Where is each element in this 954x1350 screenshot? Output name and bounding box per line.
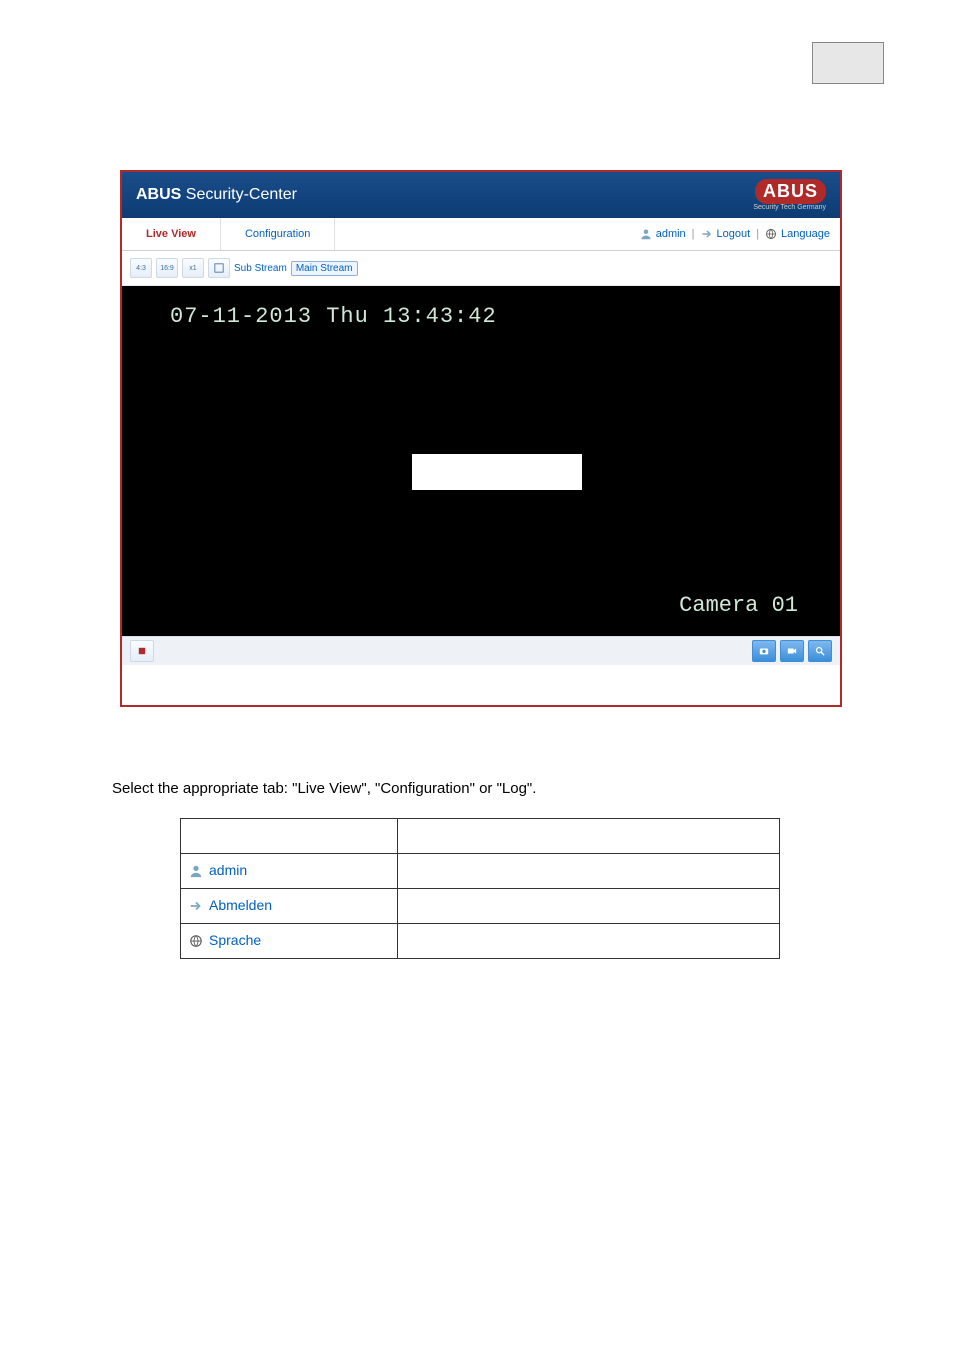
stream-toolbar: 4:3 16:9 x1 Sub Stream Main Stream: [122, 251, 840, 286]
legend-cell: Abmelden: [181, 889, 398, 924]
user-icon: [640, 228, 652, 240]
legend-label: admin: [209, 862, 247, 878]
stop-button[interactable]: [130, 640, 154, 662]
nav-user-label: admin: [656, 228, 686, 240]
footer-space: [122, 665, 840, 705]
user-icon: [189, 864, 201, 876]
video-timestamp: 07-11-2013 Thu 13:43:42: [170, 304, 497, 329]
tab-live-view[interactable]: Live View: [122, 218, 221, 250]
app-header: ABUS Security-Center ABUS Security Tech …: [122, 172, 840, 218]
table-row: Sprache: [181, 924, 780, 959]
globe-icon: [765, 228, 777, 240]
footer-toolbar: [122, 636, 840, 665]
nav-language[interactable]: Language: [781, 228, 830, 240]
legend-desc: [398, 854, 780, 889]
legend-desc: [398, 889, 780, 924]
legend-cell: [181, 819, 398, 854]
legend-desc: [398, 924, 780, 959]
nav-sep: |: [692, 228, 695, 240]
globe-icon: [189, 934, 201, 946]
fullscreen-button[interactable]: [208, 258, 230, 278]
instruction-text: Select the appropriate tab: "Live View",…: [112, 780, 536, 797]
nav-right: admin | Logout | Language: [640, 218, 840, 250]
snapshot-button[interactable]: [752, 640, 776, 662]
brand-logo-sub: Security Tech Germany: [753, 204, 826, 211]
video-redaction-box: [412, 454, 582, 490]
aspect-x1-button[interactable]: x1: [182, 258, 204, 278]
table-row: Abmelden: [181, 889, 780, 924]
video-camera-label: Camera 01: [679, 593, 798, 618]
legend-label: Abmelden: [209, 897, 272, 913]
brand-rest: Security-Center: [181, 186, 297, 203]
legend-cell: Sprache: [181, 924, 398, 959]
legend-desc: [398, 819, 780, 854]
page-number-box: [812, 42, 884, 84]
zoom-button[interactable]: [808, 640, 832, 662]
app-screenshot: ABUS Security-Center ABUS Security Tech …: [120, 170, 842, 707]
nav-bar: Live View Configuration admin | Logout |…: [122, 218, 840, 251]
legend-label: Sprache: [209, 932, 261, 948]
nav-sep2: |: [756, 228, 759, 240]
brand-bold: ABUS: [136, 186, 181, 203]
app-title: ABUS Security-Center: [136, 186, 297, 204]
record-button[interactable]: [780, 640, 804, 662]
sub-stream-link[interactable]: Sub Stream: [234, 263, 287, 274]
video-area: 07-11-2013 Thu 13:43:42 Camera 01: [122, 286, 840, 636]
brand-logo: ABUS Security Tech Germany: [753, 179, 826, 211]
logout-icon: [701, 228, 713, 240]
tab-configuration[interactable]: Configuration: [221, 218, 335, 250]
nav-logout[interactable]: Logout: [717, 228, 751, 240]
legend-table: admin Abmelden Sprache: [180, 818, 780, 959]
table-row: admin: [181, 854, 780, 889]
logout-icon: [189, 899, 201, 911]
main-stream-link[interactable]: Main Stream: [291, 261, 358, 276]
brand-logo-text: ABUS: [755, 179, 826, 204]
aspect-4-3-button[interactable]: 4:3: [130, 258, 152, 278]
table-row: [181, 819, 780, 854]
aspect-16-9-button[interactable]: 16:9: [156, 258, 178, 278]
legend-cell: admin: [181, 854, 398, 889]
